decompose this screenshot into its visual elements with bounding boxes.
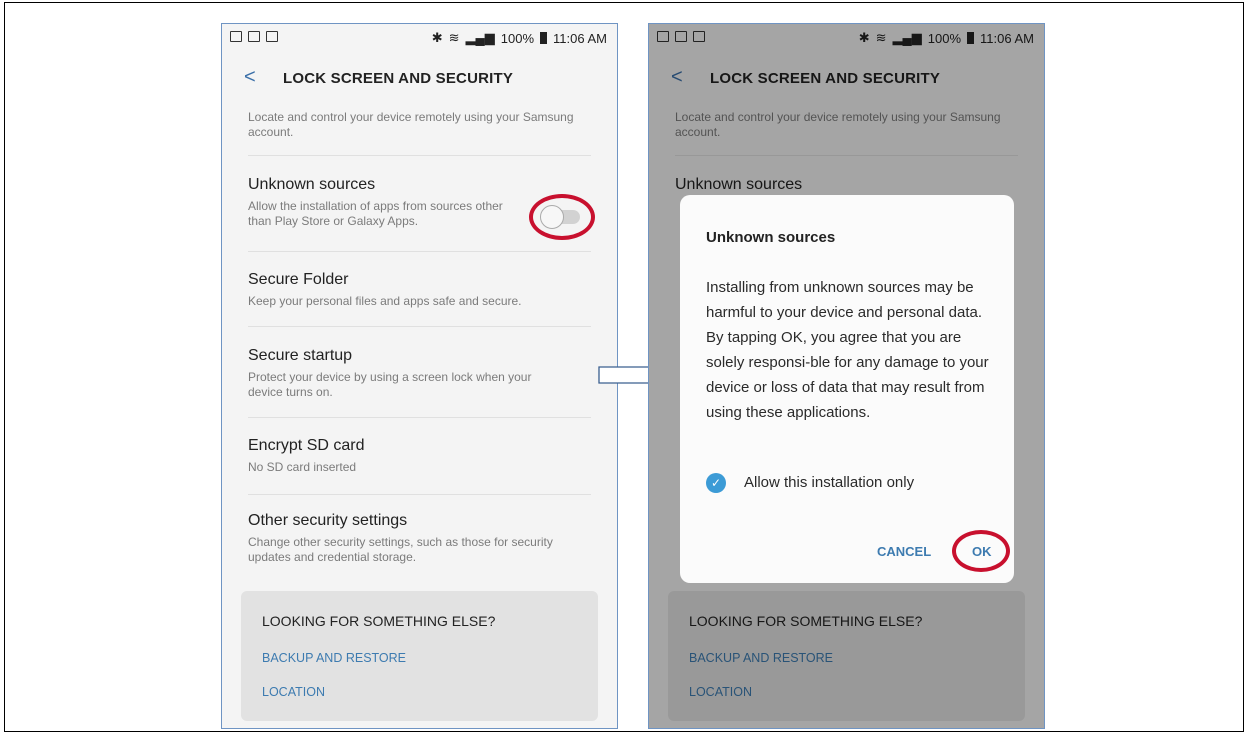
phone-screen-before: ✱ ≋ ▂▄▆ 100% 11:06 AM < LOCK SCREEN AND … — [221, 23, 618, 729]
setting-unknown-sources[interactable]: Unknown sources Allow the installation o… — [248, 176, 518, 229]
setting-subtitle: No SD card inserted — [248, 460, 357, 474]
setting-secure-startup[interactable]: Secure startup Protect your device by us… — [248, 347, 568, 400]
link-backup-restore[interactable]: BACKUP AND RESTORE — [262, 651, 406, 665]
divider — [248, 155, 591, 156]
battery-percent: 100% — [500, 30, 535, 46]
setting-secure-folder[interactable]: Secure Folder Keep your personal files a… — [248, 271, 598, 309]
find-my-mobile-description: Locate and control your device remotely … — [248, 110, 574, 139]
setting-subtitle: Change other security settings, such as … — [248, 535, 553, 564]
divider — [248, 251, 591, 252]
message-icon — [230, 31, 242, 42]
image-icon — [248, 31, 260, 42]
signal-icon: ▂▄▆ — [465, 30, 495, 45]
clock: 11:06 AM — [553, 30, 607, 46]
status-bar: ✱ ≋ ▂▄▆ 100% 11:06 AM — [222, 24, 617, 52]
wifi-icon: ≋ — [448, 30, 460, 45]
divider — [248, 326, 591, 327]
checkmark-icon[interactable]: ✓ — [706, 473, 726, 493]
dialog-body: Installing from unknown sources may be h… — [706, 279, 989, 421]
looking-title: LOOKING FOR SOMETHING ELSE? — [262, 613, 496, 629]
figure-frame: ✱ ≋ ▂▄▆ 100% 11:06 AM < LOCK SCREEN AND … — [4, 2, 1244, 732]
setting-subtitle: Allow the installation of apps from sour… — [248, 199, 503, 228]
link-location[interactable]: LOCATION — [262, 685, 325, 699]
notification-icons — [230, 31, 278, 42]
setting-title: Secure Folder — [248, 271, 349, 288]
setting-title: Secure startup — [248, 347, 353, 364]
setting-title: Encrypt SD card — [248, 437, 365, 454]
looking-for-card: LOOKING FOR SOMETHING ELSE? BACKUP AND R… — [241, 591, 598, 721]
page-title: LOCK SCREEN AND SECURITY — [283, 70, 514, 87]
allow-once-label[interactable]: Allow this installation only — [744, 474, 914, 491]
divider — [248, 417, 591, 418]
app-bar: < LOCK SCREEN AND SECURITY — [222, 61, 617, 97]
setting-encrypt-sd-card[interactable]: Encrypt SD card No SD card inserted — [248, 437, 598, 475]
unknown-sources-toggle[interactable] — [540, 205, 584, 229]
setting-subtitle: Keep your personal files and apps safe a… — [248, 294, 522, 308]
setting-other-security[interactable]: Other security settings Change other sec… — [248, 512, 568, 565]
setting-subtitle: Protect your device by using a screen lo… — [248, 370, 532, 399]
ok-button[interactable]: OK — [972, 544, 992, 559]
status-indicators: ✱ ≋ ▂▄▆ 100% 11:06 AM — [432, 30, 607, 46]
battery-icon — [540, 32, 548, 44]
back-chevron-icon[interactable]: < — [244, 66, 256, 89]
phone-screen-after: ✱ ≋ ▂▄▆ 100% 11:06 AM < LOCK SCREEN AND … — [648, 23, 1045, 729]
unknown-sources-dialog: Unknown sources Installing from unknown … — [680, 195, 1014, 583]
dialog-title: Unknown sources — [706, 229, 836, 246]
divider — [248, 494, 591, 495]
download-icon — [266, 31, 278, 42]
cancel-button[interactable]: CANCEL — [877, 544, 931, 559]
setting-title: Unknown sources — [248, 176, 376, 193]
setting-title: Other security settings — [248, 512, 408, 529]
bluetooth-icon: ✱ — [431, 30, 443, 45]
toggle-knob — [540, 205, 564, 229]
